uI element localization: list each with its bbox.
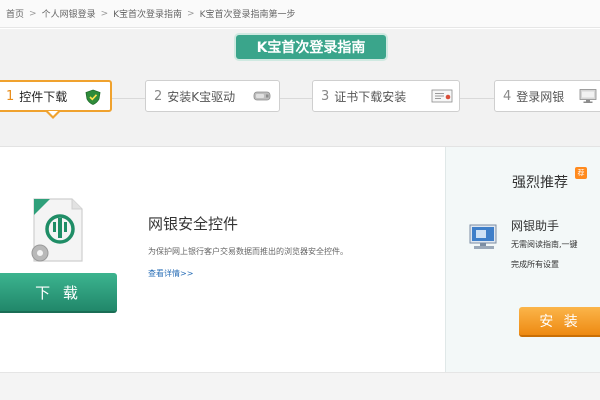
breadcrumb-personal-banking[interactable]: 个人网银登录 [42, 7, 96, 20]
step-label: 安装K宝驱动 [167, 89, 236, 104]
step-number: 3 [321, 88, 330, 104]
usb-key-icon [253, 88, 271, 104]
monitor-icon [579, 88, 597, 104]
step-control-download[interactable]: 1 控件下载 [0, 80, 112, 112]
control-title: 网银安全控件 [148, 215, 239, 233]
step-label: 登录网银 [516, 89, 565, 104]
active-step-pointer-inner [48, 111, 58, 116]
helper-description-line2: 完成所有设置 [511, 260, 559, 269]
footer-strip [0, 372, 600, 400]
step-install-driver[interactable]: 2 安装K宝驱动 [145, 80, 280, 112]
step-label: 控件下载 [19, 89, 68, 104]
download-button[interactable]: 下 载 [0, 273, 117, 313]
security-control-file-icon [28, 197, 86, 265]
breadcrumb-current: K宝首次登录指南第一步 [199, 10, 296, 20]
breadcrumb-separator: > [29, 8, 37, 19]
computer-icon [468, 223, 500, 253]
recommend-badge: 荐 [575, 167, 587, 179]
control-section: 网银安全控件 为保护网上银行客户交易数据而推出的浏览器安全控件。 查看详情>> … [0, 147, 445, 373]
recommend-section: 强烈推荐 荐 网银助手 无需阅读指南,一键 完成所有设置 安 装 [445, 147, 600, 373]
step-certificate[interactable]: 3 证书下载安装 [312, 80, 460, 112]
certificate-icon [431, 88, 453, 104]
guide-title: K宝首次登录指南 [236, 35, 386, 59]
step-login[interactable]: 4 登录网银 [494, 80, 600, 112]
breadcrumb-home[interactable]: 首页 [6, 7, 24, 20]
step-label: 证书下载安装 [334, 89, 407, 104]
breadcrumb-separator: > [187, 8, 195, 19]
install-button[interactable]: 安 装 [519, 307, 600, 337]
breadcrumb-separator: > [100, 8, 109, 19]
control-description: 为保护网上银行客户交易数据而推出的浏览器安全控件。 [148, 247, 348, 256]
step-number: 4 [503, 88, 512, 104]
recommend-title: 强烈推荐 [512, 175, 568, 191]
view-details-link[interactable]: 查看详情>> [148, 268, 193, 279]
shield-icon [84, 89, 102, 105]
helper-description-line1: 无需阅读指南,一键 [511, 240, 578, 249]
breadcrumb: 首页 > 个人网银登录 > K宝首次登录指南 > K宝首次登录指南第一步 [0, 0, 600, 28]
main-panel: 网银安全控件 为保护网上银行客户交易数据而推出的浏览器安全控件。 查看详情>> … [0, 146, 600, 373]
step-number: 2 [154, 88, 163, 104]
helper-name: 网银助手 [511, 219, 560, 233]
breadcrumb-kbao-guide[interactable]: K宝首次登录指南 [113, 7, 182, 20]
step-number: 1 [6, 88, 15, 104]
